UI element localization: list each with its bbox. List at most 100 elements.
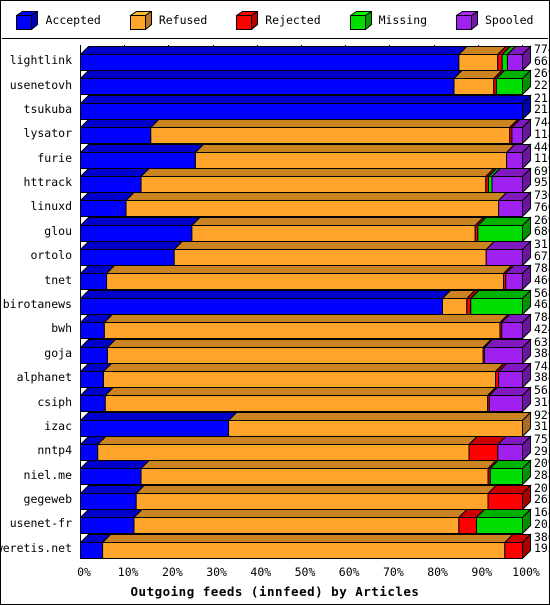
bar-row: 44911166 (80, 141, 550, 169)
bar-value-accepted: 1185 (534, 126, 550, 141)
bar-graphic (80, 508, 532, 535)
bar-value-accepted: 465 (534, 297, 550, 312)
axis-box: 7741662326972278213821387440118544911166… (80, 43, 550, 559)
plot-area: lightlink usenetovh tsukuba lysator furie htt… (0, 38, 550, 604)
bar-row: 3177673 (80, 239, 550, 267)
y-axis-label-birotanews: birotanews (2, 297, 72, 311)
bar-graphic (80, 410, 532, 438)
bar-value-labels: 1689205 (534, 507, 550, 530)
bar-graphic (80, 459, 532, 486)
bar-row: 7881466 (80, 263, 550, 291)
bar-value-labels: 568465 (534, 287, 550, 312)
bar-graphic (80, 289, 532, 316)
bar-value-accepted: 673 (534, 248, 550, 263)
bar-graphic (80, 532, 532, 559)
x-axis-tick-8: 80% (427, 565, 448, 579)
cube-icon (235, 10, 260, 31)
bar-graphic (80, 484, 532, 511)
y-axis-labels: lightlink usenetovh tsukuba lysator furie htt… (0, 38, 76, 557)
chart-frame: Accepted Refused Rejected Missing Spooled li… (0, 0, 550, 605)
bar-graphic (80, 215, 532, 243)
bar-row: 7431388 (80, 360, 550, 389)
y-axis-label-izac: izac (44, 418, 72, 433)
y-axis-label-lysator: lysator (23, 126, 72, 141)
cube-icon (15, 10, 40, 31)
bar-value-labels: 6329388 (534, 336, 550, 360)
y-axis-label-alphanet: alphanet (16, 370, 72, 385)
cube-icon (454, 10, 480, 31)
bar-graphic (80, 69, 532, 96)
bar-graphic (80, 264, 532, 291)
bar-value-labels: 26972278 (534, 68, 550, 91)
bar-value-labels: 5655316 (534, 385, 550, 408)
bar-value-accepted: 205 (534, 516, 550, 531)
x-axis-tick-2: 20% (162, 565, 183, 579)
legend-label: Refused (158, 13, 208, 27)
bar-value-accepted: 957 (534, 175, 550, 190)
bar-value-accepted: 680 (534, 224, 550, 239)
bar-row: 568465 (80, 287, 550, 316)
y-axis-label-niel.me: niel.me (23, 467, 72, 482)
bar-value-labels: 6973957 (534, 165, 550, 190)
bar-row: 7364760 (80, 190, 550, 218)
bar-value-accepted: 195 (534, 541, 550, 556)
y-axis-label-lightlink: lightlink (9, 53, 72, 68)
bar-graphic (80, 167, 532, 194)
legend-label: Rejected (265, 13, 321, 27)
legend-item-spooled: Spooled (454, 10, 533, 31)
cube-icon (128, 10, 153, 31)
bar-row: 7846424 (80, 312, 550, 340)
bar-value-labels: 7364760 (534, 190, 550, 213)
bar-value-accepted: 760 (534, 199, 550, 214)
y-axis-label-furie: furie (37, 150, 72, 165)
y-axis-label-bwh: bwh (51, 321, 72, 336)
x-axis-tick-5: 50% (294, 565, 316, 579)
bar-graphic (80, 362, 532, 389)
x-axis-tick-4: 40% (250, 565, 272, 579)
x-axis-labels: 0% 10% 20% 30% 40% 50% 60% 70% 80% 90% 100% (2, 565, 548, 581)
y-axis-label-tnet: tnet (44, 272, 72, 287)
bar-row: 6329388 (80, 336, 550, 364)
x-axis-tick-1: 10% (117, 565, 139, 579)
bar-row: 26972278 (80, 68, 550, 96)
bar-value-accepted: 388 (534, 370, 550, 385)
x-axis-tick-3: 30% (206, 565, 227, 579)
bar-row: 74401185 (80, 117, 550, 145)
bar-value-labels: 77416623 (534, 43, 550, 68)
legend-label: Missing (378, 13, 428, 27)
legend-item-missing: Missing (348, 10, 428, 31)
bar-value-accepted: 262 (534, 492, 550, 507)
bar-value-labels: 929311 (534, 409, 550, 433)
bar-value-accepted: 316 (534, 394, 550, 409)
bar-value-labels: 2074262 (534, 482, 550, 507)
bar-graphic (80, 142, 532, 169)
legend-item-refused: Refused (128, 10, 208, 31)
chart-legend: Accepted Refused Rejected Missing Spooled (2, 2, 548, 39)
y-axis-label-httrack: httrack (23, 175, 72, 190)
bar-graphic (80, 313, 532, 340)
x-axis-tick-9: 90% (471, 565, 493, 579)
bar-row: 2074262 (80, 482, 550, 511)
y-axis-label-usenet-fr: usenet-fr (9, 516, 72, 531)
bar-row: 1689205 (80, 507, 550, 535)
bar-graphic (80, 191, 532, 218)
bar-value-accepted: 6623 (534, 53, 550, 68)
x-axis-tick-7: 70% (383, 565, 404, 579)
bar-graphic (80, 118, 532, 145)
bar-value-accepted: 1166 (534, 151, 550, 166)
bar-value-labels: 7881466 (534, 263, 550, 286)
bar-row: 929311 (80, 409, 550, 438)
y-axis-label-glou: glou (44, 223, 72, 238)
y-axis-label-tsukuba: tsukuba (23, 101, 72, 116)
bar-value-labels: 7846424 (534, 312, 550, 335)
bar-row: 77416623 (80, 43, 550, 72)
bar-row: 3868195 (80, 531, 550, 559)
x-axis-tick-10: 100% (512, 565, 540, 579)
bar-value-accepted: 288 (534, 467, 550, 482)
bar-row: 7576293 (80, 434, 550, 462)
bar-graphic (80, 337, 532, 364)
bar-value-accepted: 2278 (534, 77, 550, 92)
legend-label: Accepted (45, 13, 101, 27)
bar-graphic (80, 240, 532, 267)
bar-graphic (80, 386, 532, 413)
